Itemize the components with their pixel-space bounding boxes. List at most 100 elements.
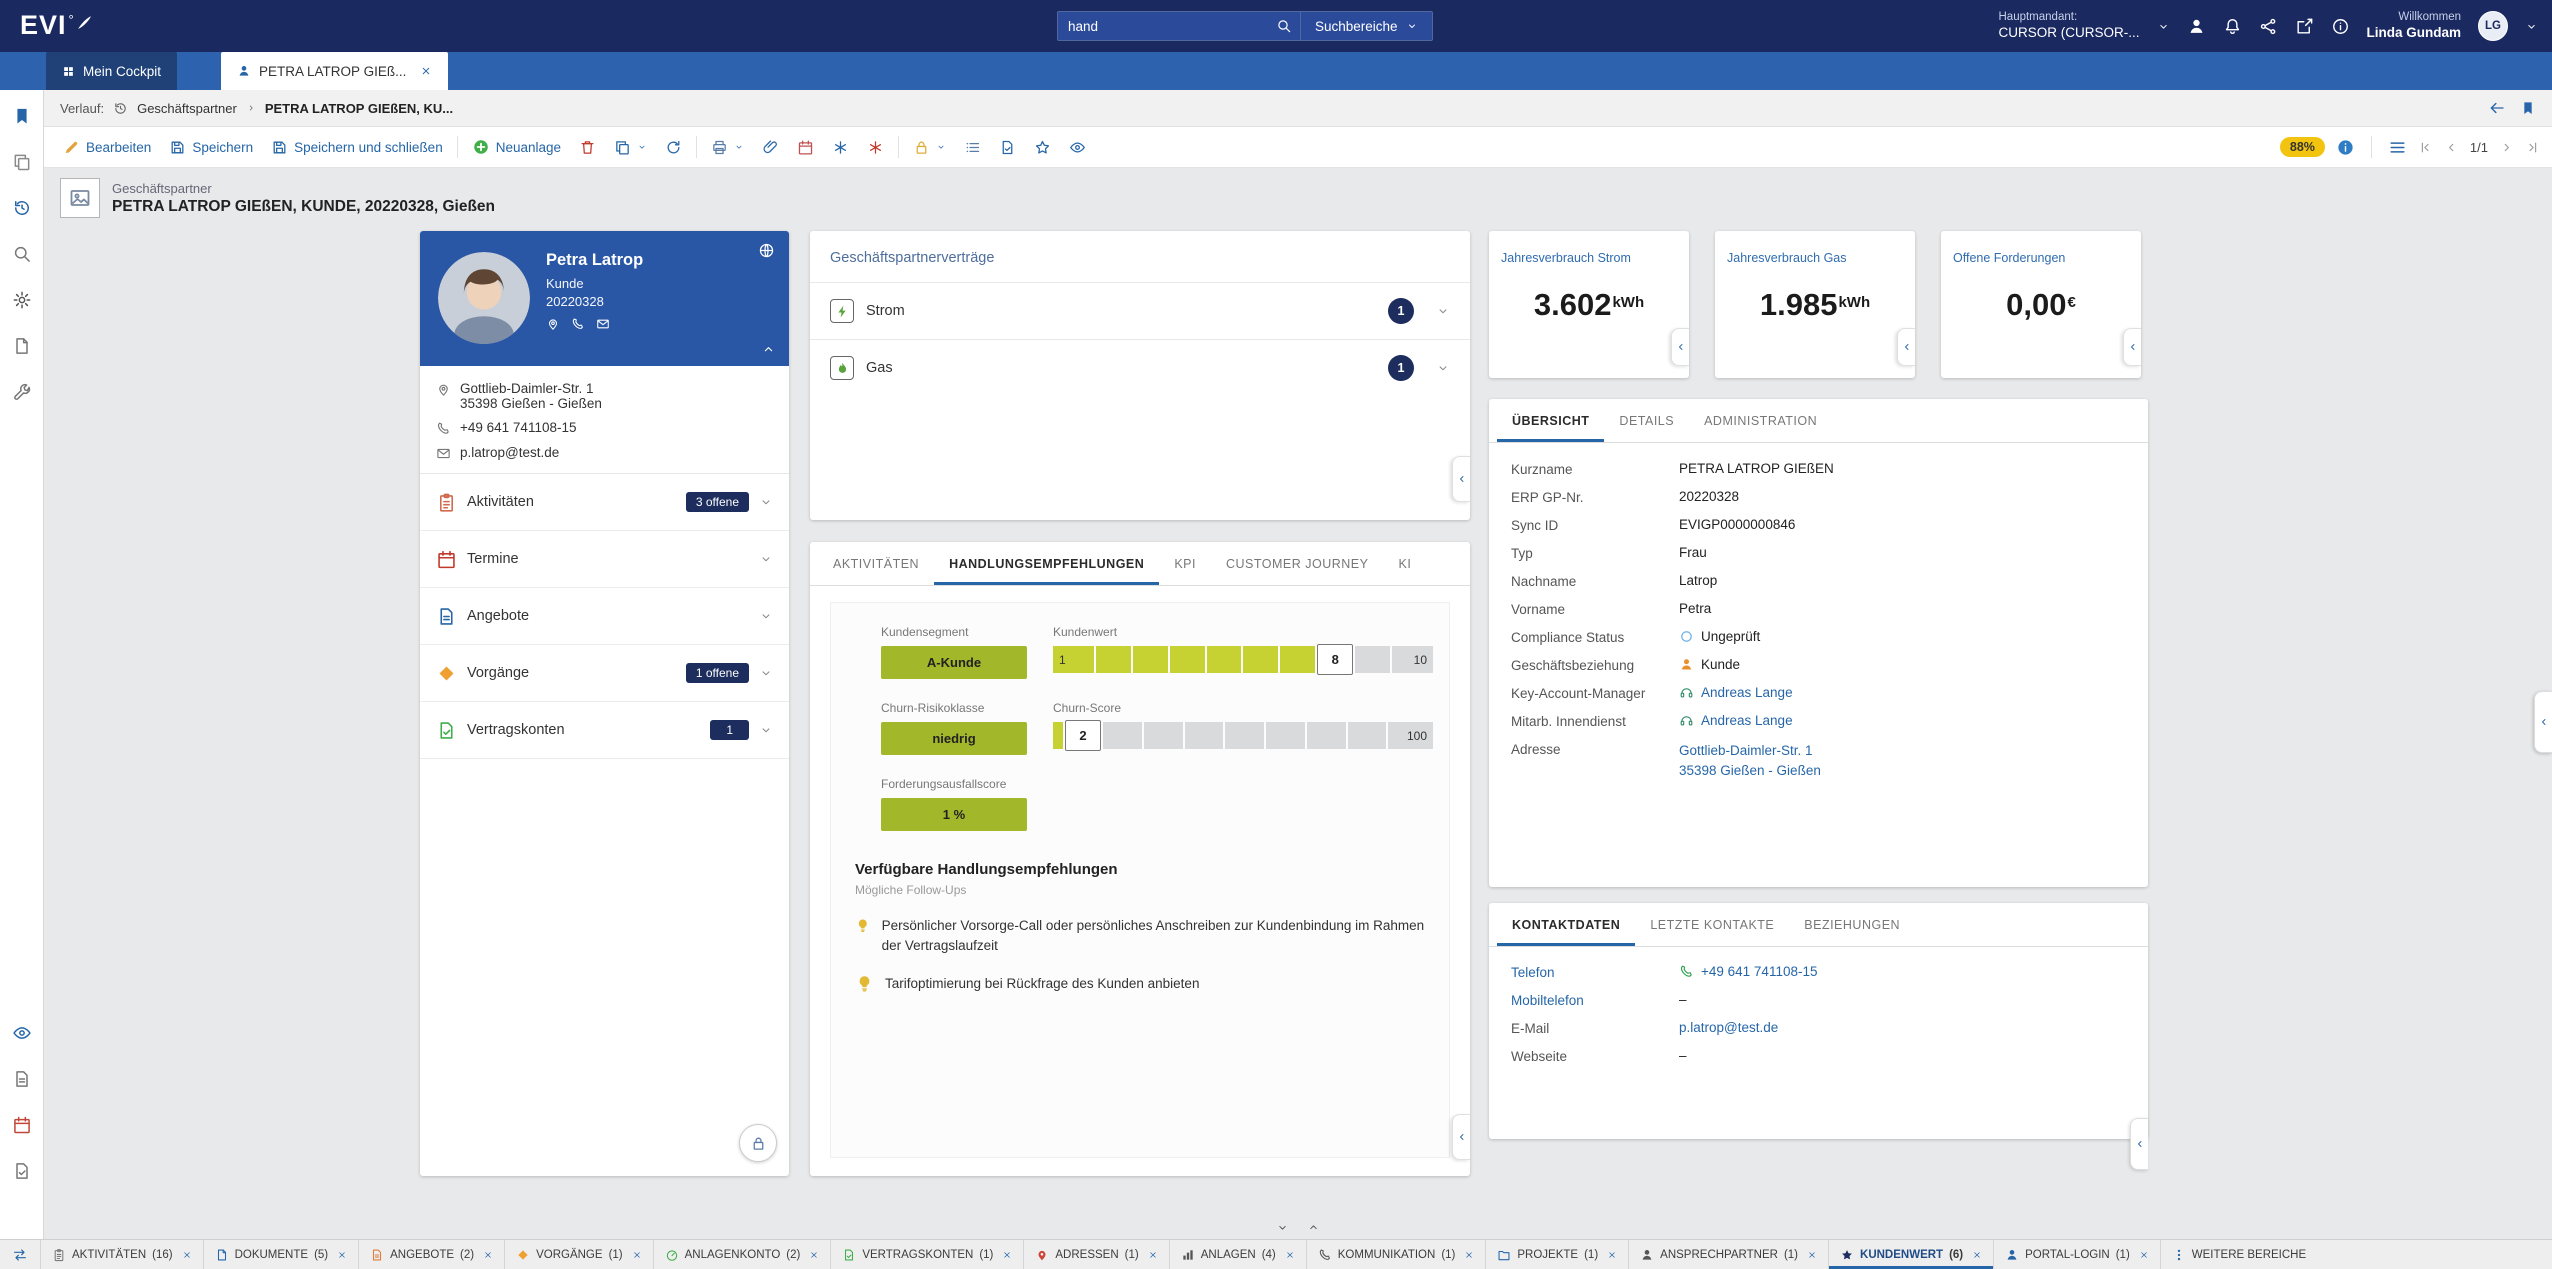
share-icon[interactable] [2259, 17, 2278, 36]
collapse-chevron-up-icon[interactable] [761, 342, 776, 357]
address-link-line2[interactable]: 35398 Gießen - Gießen [1679, 761, 1821, 781]
user-avatar[interactable]: LG [2478, 11, 2508, 41]
tab-beziehungen[interactable]: BEZIEHUNGEN [1789, 903, 1915, 946]
mandant-chevron-icon[interactable] [2157, 20, 2170, 33]
previous-page-icon[interactable] [2444, 140, 2459, 155]
close-icon[interactable] [1285, 1250, 1295, 1260]
last-page-icon[interactable] [2525, 140, 2540, 155]
pin-icon[interactable] [546, 317, 560, 331]
globe-icon[interactable] [758, 242, 775, 259]
phone-icon[interactable] [571, 317, 585, 331]
lock-button[interactable] [739, 1124, 777, 1162]
tab-kpi[interactable]: KPI [1159, 542, 1211, 585]
calendar-icon[interactable] [12, 1115, 32, 1135]
collapse-panel-handle[interactable] [2123, 328, 2141, 366]
area-adressen[interactable]: ADRESSEN (1) [1024, 1240, 1169, 1269]
section-angebote[interactable]: Angebote [420, 588, 789, 645]
bookmark-icon[interactable] [12, 106, 32, 126]
document-export-icon[interactable] [12, 1161, 32, 1181]
close-icon[interactable] [1464, 1250, 1474, 1260]
chevron-down-icon[interactable] [759, 666, 773, 680]
wrench-icon[interactable] [12, 382, 32, 402]
note-icon[interactable] [12, 1069, 32, 1089]
contract-row-strom[interactable]: Strom 1 [810, 282, 1470, 339]
settings-gear-icon[interactable] [12, 290, 32, 310]
tab-mein-cockpit[interactable]: Mein Cockpit [46, 52, 177, 90]
tab-aktivitaeten[interactable]: AKTIVITÄTEN [818, 542, 934, 585]
info-icon[interactable] [2336, 138, 2355, 157]
area-angebote[interactable]: ANGEBOTE (2) [359, 1240, 505, 1269]
compose-icon[interactable] [2295, 17, 2314, 36]
close-icon[interactable] [1002, 1250, 1012, 1260]
expand-side-panel-handle[interactable] [2534, 691, 2552, 753]
copy-record-button[interactable] [605, 127, 656, 167]
email-link[interactable]: p.latrop@test.de [1679, 1020, 1778, 1035]
area-weitere-bereiche[interactable]: WEITERE BEREICHE [2161, 1240, 2317, 1269]
watch-button[interactable] [1060, 127, 1095, 167]
close-icon[interactable] [2139, 1250, 2149, 1260]
bookmark-icon[interactable] [2520, 100, 2536, 116]
chevron-down-icon[interactable] [759, 495, 773, 509]
address-link-line1[interactable]: Gottlieb-Daimler-Str. 1 [1679, 741, 1821, 761]
close-icon[interactable] [1972, 1250, 1982, 1260]
area-kundenwert[interactable]: KUNDENWERT (6) [1829, 1240, 1994, 1269]
next-page-icon[interactable] [2499, 140, 2514, 155]
close-icon[interactable] [483, 1250, 493, 1260]
section-vorgaenge[interactable]: Vorgänge 1 offene [420, 645, 789, 702]
lock-button[interactable] [904, 127, 955, 167]
search-document-icon[interactable] [12, 244, 32, 264]
document-icon[interactable] [12, 336, 32, 356]
close-icon[interactable] [1607, 1250, 1617, 1260]
chevron-down-icon[interactable] [1436, 361, 1450, 375]
area-aktivitaeten[interactable]: AKTIVITÄTEN (16) [41, 1240, 204, 1269]
area-ansprechpartner[interactable]: ANSPRECHPARTNER (1) [1629, 1240, 1829, 1269]
area-anlagenkonto[interactable]: ANLAGENKONTO (2) [654, 1240, 832, 1269]
key-account-manager-link[interactable]: Andreas Lange [1701, 685, 1793, 700]
bell-icon[interactable] [2223, 17, 2242, 36]
save-button[interactable]: Speichern [160, 127, 262, 167]
attachment-button[interactable] [753, 127, 788, 167]
collapse-panel-handle[interactable] [2130, 1118, 2148, 1170]
info-icon[interactable] [2331, 17, 2350, 36]
chevron-down-icon[interactable] [759, 552, 773, 566]
tab-ki[interactable]: KI [1383, 542, 1426, 585]
chevron-up-icon[interactable] [1307, 1221, 1320, 1234]
swap-icon[interactable] [0, 1240, 41, 1269]
tab-record[interactable]: PETRA LATROP GIEß... [221, 52, 448, 90]
special-functions-button[interactable] [823, 127, 858, 167]
edit-button[interactable]: Bearbeiten [54, 127, 160, 167]
area-portal-login[interactable]: PORTAL-LOGIN (1) [1994, 1240, 2161, 1269]
favorite-button[interactable] [1025, 127, 1060, 167]
tab-letzte-kontakte[interactable]: LETZTE KONTAKTE [1635, 903, 1789, 946]
close-icon[interactable] [809, 1250, 819, 1260]
phone-link[interactable]: +49 641 741108-15 [1701, 964, 1817, 979]
search-input[interactable] [1058, 12, 1268, 40]
tab-handlungsempfehlungen[interactable]: HANDLUNGSEMPFEHLUNGEN [934, 542, 1159, 585]
breadcrumb-item-geschaeftspartner[interactable]: Geschäftspartner [137, 101, 237, 116]
user-icon[interactable] [2187, 17, 2206, 36]
tab-customer-journey[interactable]: CUSTOMER JOURNEY [1211, 542, 1384, 585]
external-app-button[interactable] [858, 127, 893, 167]
refresh-button[interactable] [656, 127, 691, 167]
area-vorgaenge[interactable]: VORGÄNGE (1) [505, 1240, 654, 1269]
section-vertragskonten[interactable]: Vertragskonten 1 [420, 702, 789, 759]
collapse-panel-handle[interactable] [1452, 1114, 1470, 1160]
breadcrumb-item-current[interactable]: PETRA LATROP GIEßEN, KU... [265, 101, 453, 116]
eye-icon[interactable] [12, 1023, 32, 1043]
tab-administration[interactable]: ADMINISTRATION [1689, 399, 1832, 442]
chevron-down-icon[interactable] [1436, 304, 1450, 318]
area-vertragskonten[interactable]: VERTRAGSKONTEN (1) [831, 1240, 1024, 1269]
first-page-icon[interactable] [2418, 140, 2433, 155]
print-button[interactable] [702, 127, 753, 167]
mandant-selector[interactable]: Hauptmandant: CURSOR (CURSOR-... [1999, 11, 2140, 41]
back-arrow-icon[interactable] [2488, 99, 2506, 117]
recommendation-item[interactable]: Tarifoptimierung bei Rückfrage des Kunde… [855, 974, 1425, 994]
copy-icon[interactable] [12, 152, 32, 172]
hamburger-menu-icon[interactable] [2388, 138, 2407, 157]
new-button[interactable]: Neuanlage [463, 127, 570, 167]
close-icon[interactable] [1807, 1250, 1817, 1260]
section-termine[interactable]: Termine [420, 531, 789, 588]
tab-details[interactable]: DETAILS [1604, 399, 1689, 442]
area-dokumente[interactable]: DOKUMENTE (5) [204, 1240, 360, 1269]
approve-document-button[interactable] [990, 127, 1025, 167]
